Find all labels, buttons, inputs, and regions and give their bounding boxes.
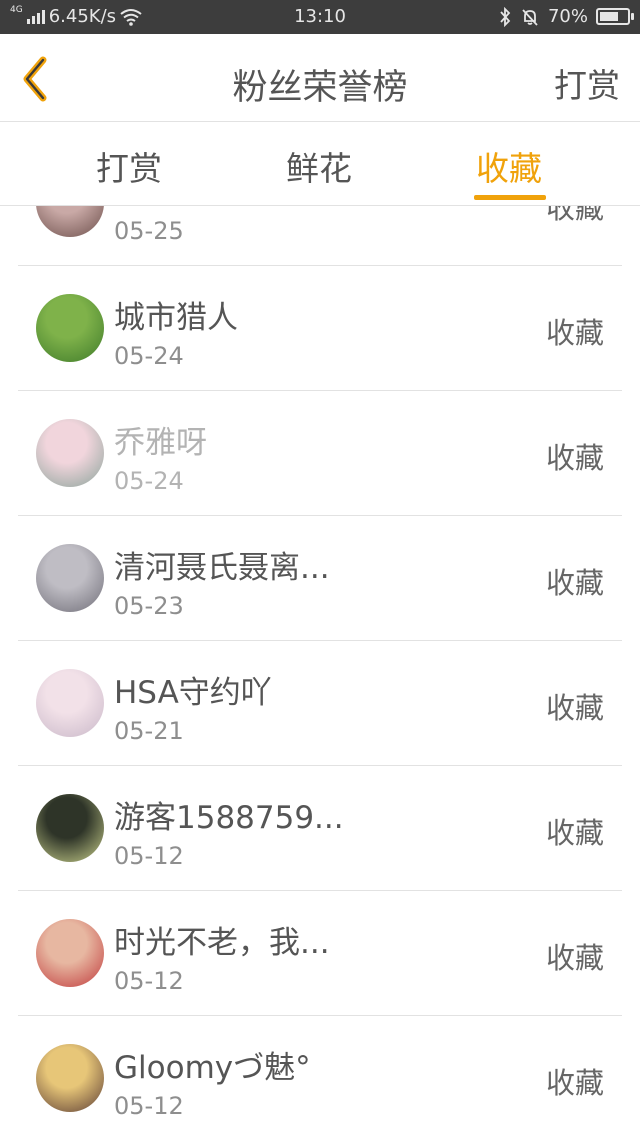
avatar [36,419,104,487]
favorite-label: 收藏 [545,941,604,975]
tab-bar: 打赏 鲜花 收藏 [0,122,640,206]
avatar [36,794,104,862]
user-name: 乔雅呀 [114,425,207,461]
status-bar: 4G 6.45K/s 13:10 70% [0,0,640,34]
mute-bell-icon [522,8,538,26]
header-bar: 粉丝荣誉榜 打赏 [0,34,640,122]
battery-percent: 70% [547,6,588,27]
list-item[interactable]: 城市猎人 05-24 收藏 [18,266,622,391]
list-item[interactable]: 游客1588759... 05-12 收藏 [18,766,622,891]
tab-flowers[interactable]: 鲜花 [286,142,352,190]
user-name: 游客1588759... [114,800,344,836]
reward-button[interactable]: 打赏 [554,59,620,107]
list-item[interactable]: 清河聂氏聂离... 05-23 收藏 [18,516,622,641]
user-name: 时光不老，我... [114,925,330,961]
user-name: 清河聂氏聂离... [114,550,330,586]
bluetooth-icon [500,6,511,27]
date-label: 05-12 [114,1092,184,1120]
fan-list[interactable]: 05-25 收藏 城市猎人 05-24 收藏 乔雅呀 05-24 收藏 清河聂氏… [18,206,622,1138]
date-label: 05-21 [114,717,184,745]
user-name: Gloomyづ魅° [114,1050,311,1086]
status-right: 70% [498,6,634,27]
favorite-label: 收藏 [545,316,604,350]
date-label: 05-24 [114,467,184,495]
tab-favorites[interactable]: 收藏 [476,142,542,190]
favorite-label: 收藏 [545,206,604,225]
avatar [36,669,104,737]
avatar [36,294,104,362]
favorite-label: 收藏 [545,566,604,600]
date-label: 05-12 [114,967,184,995]
date-label: 05-24 [114,342,184,370]
user-name: 城市猎人 [114,300,238,336]
list-item[interactable]: 05-25 收藏 [18,206,622,266]
list-item[interactable]: Gloomyづ魅° 05-12 收藏 [18,1016,622,1138]
active-tab-indicator [474,195,546,200]
page-title: 粉丝荣誉榜 [232,68,408,108]
battery-icon [596,8,634,25]
date-label: 05-23 [114,592,184,620]
avatar [36,544,104,612]
list-item[interactable]: HSA守约吖 05-21 收藏 [18,641,622,766]
avatar [36,919,104,987]
favorite-label: 收藏 [545,816,604,850]
tab-reward[interactable]: 打赏 [96,142,162,190]
favorite-label: 收藏 [545,441,604,475]
favorite-label: 收藏 [545,691,604,725]
avatar [36,206,104,237]
list-item[interactable]: 乔雅呀 05-24 收藏 [18,391,622,516]
list-item[interactable]: 时光不老，我... 05-12 收藏 [18,891,622,1016]
user-name: HSA守约吖 [114,675,272,711]
date-label: 05-25 [114,217,184,245]
avatar [36,1044,104,1112]
date-label: 05-12 [114,842,184,870]
favorite-label: 收藏 [545,1066,604,1100]
